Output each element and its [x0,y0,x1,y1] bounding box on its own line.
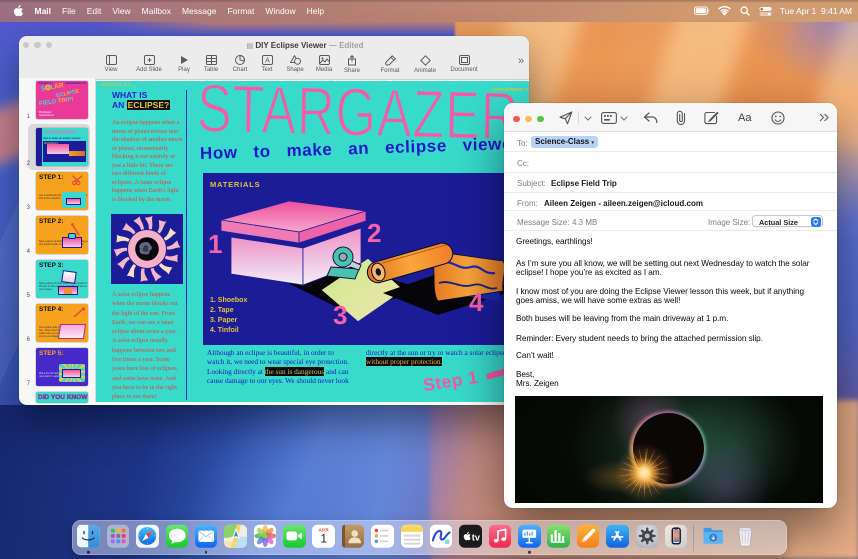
svg-text:1: 1 [208,229,222,259]
svg-text:tv: tv [472,533,481,543]
svg-text:4: 4 [469,287,484,317]
svg-text:2: 2 [367,218,381,248]
svg-text:3: 3 [333,300,347,330]
svg-text:A: A [265,58,270,65]
